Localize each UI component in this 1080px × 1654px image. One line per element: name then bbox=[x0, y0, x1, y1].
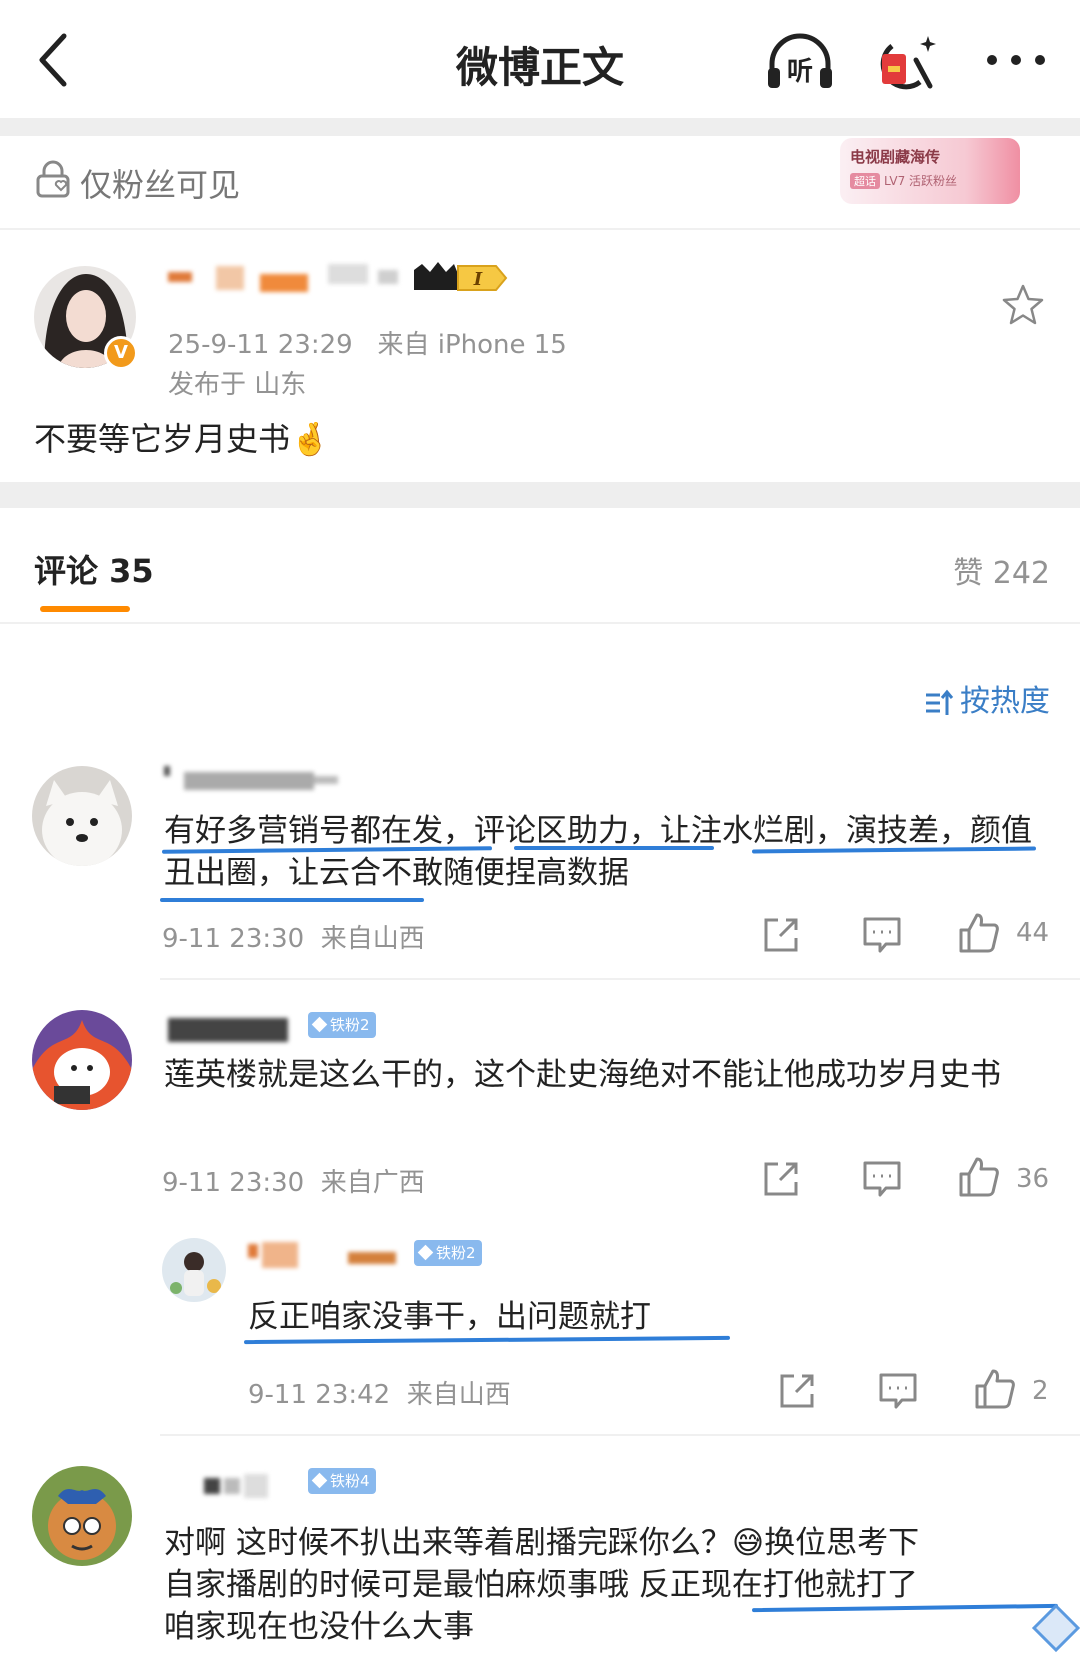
lock-heart-icon bbox=[36, 160, 70, 198]
comment-icon[interactable] bbox=[862, 916, 902, 954]
divider bbox=[0, 228, 1080, 230]
visibility-label: 仅粉丝可见 bbox=[80, 166, 241, 204]
post-source: 来自 iPhone 15 bbox=[377, 330, 567, 360]
comment-time: 9-11 23:30 bbox=[162, 1168, 305, 1198]
comment-text: 莲英楼就是这么干的，这个赴史海绝对不能让他成功岁月史书 bbox=[164, 1057, 1001, 1093]
post-card: V I 25-9-11 23:29 来自 iPhone 15 发布于 山东 不要… bbox=[0, 232, 1080, 482]
post-time: 25-9-11 23:29 bbox=[168, 330, 353, 360]
commenter-avatar[interactable] bbox=[32, 1010, 132, 1110]
author-name-blurred[interactable] bbox=[168, 260, 418, 300]
commenter-avatar[interactable] bbox=[32, 766, 132, 866]
reply-meta: 9-11 23:42 来自山西 bbox=[248, 1374, 511, 1411]
commenter-name-blurred[interactable] bbox=[168, 1014, 308, 1046]
like-icon[interactable] bbox=[958, 912, 1000, 954]
divider bbox=[0, 622, 1080, 624]
post-meta: 25-9-11 23:29 来自 iPhone 15 bbox=[168, 324, 567, 361]
active-tab-indicator bbox=[40, 606, 130, 612]
comment-location: 来自广西 bbox=[320, 1168, 425, 1198]
listen-label: 听 bbox=[787, 57, 813, 87]
fan-badge-level: 超话 LV7 活跃粉丝 bbox=[850, 172, 957, 189]
fan-level-badge: 铁粉4 bbox=[308, 1468, 376, 1494]
comment-location: 来自山西 bbox=[320, 924, 425, 954]
commenter-name-blurred[interactable] bbox=[164, 760, 344, 794]
comment-icon[interactable] bbox=[862, 1160, 902, 1198]
section-separator bbox=[0, 118, 1080, 136]
section-separator bbox=[0, 482, 1080, 508]
verified-badge-icon: V bbox=[104, 336, 138, 370]
like-count: 44 bbox=[1016, 918, 1050, 948]
like-count: 2 bbox=[1032, 1376, 1049, 1406]
comment-tabs: 评论 35 赞 242 bbox=[0, 508, 1080, 624]
commenter-avatar[interactable] bbox=[32, 1466, 132, 1566]
vip-level-badge: I bbox=[414, 262, 508, 291]
listen-icon[interactable]: 听 bbox=[764, 30, 836, 94]
tab-comments[interactable]: 评论 35 bbox=[34, 546, 154, 592]
svg-text:I: I bbox=[473, 269, 483, 290]
sweat-smile-emoji-icon: 😅 bbox=[731, 1525, 765, 1561]
comment-text: 对啊 这时候不扒出来等着剧播完踩你么？😅换位思考下 自家播剧的时候可是最怕麻烦事… bbox=[164, 1525, 920, 1645]
divider bbox=[160, 1434, 1080, 1436]
commenter-name-blurred[interactable] bbox=[168, 1470, 288, 1502]
share-icon[interactable] bbox=[762, 916, 800, 954]
sort-by-hot-button[interactable]: 按热度 bbox=[924, 676, 1050, 720]
top-nav-bar: 微博正文 听 bbox=[0, 0, 1080, 118]
tab-likes[interactable]: 赞 242 bbox=[953, 548, 1050, 592]
fan-level-badge: 铁粉2 bbox=[414, 1240, 482, 1266]
share-icon[interactable] bbox=[762, 1160, 800, 1198]
highlight-underline bbox=[160, 898, 424, 902]
reply-time: 9-11 23:42 bbox=[248, 1380, 391, 1410]
reply-location: 来自山西 bbox=[406, 1380, 511, 1410]
hand-emoji-icon: 🤞 bbox=[290, 420, 330, 458]
post-content: 不要等它岁月史书🤞 bbox=[34, 420, 330, 458]
replier-avatar[interactable] bbox=[162, 1238, 226, 1302]
fan-group-badge[interactable]: 电视剧藏海传 超话 LV7 活跃粉丝 bbox=[840, 138, 1020, 204]
red-envelope-icon[interactable] bbox=[872, 30, 944, 94]
sort-icon bbox=[926, 689, 954, 715]
comment-meta: 9-11 23:30 来自广西 bbox=[162, 1162, 425, 1199]
comment-time: 9-11 23:30 bbox=[162, 924, 305, 954]
reply-text: 反正咱家没事干，出问题就打 bbox=[248, 1299, 651, 1335]
floating-action-icon[interactable] bbox=[1030, 1600, 1080, 1654]
like-icon[interactable] bbox=[974, 1368, 1016, 1410]
like-icon[interactable] bbox=[958, 1156, 1000, 1198]
fan-badge-title: 电视剧藏海传 bbox=[850, 148, 941, 166]
replier-name-blurred[interactable] bbox=[248, 1238, 408, 1274]
comment-meta: 9-11 23:30 来自山西 bbox=[162, 918, 425, 955]
post-location: 发布于 山东 bbox=[168, 370, 307, 400]
divider bbox=[160, 978, 1080, 980]
like-count: 36 bbox=[1016, 1164, 1050, 1194]
more-icon[interactable] bbox=[980, 30, 1052, 94]
comment-icon[interactable] bbox=[878, 1372, 918, 1410]
favorite-star-icon[interactable] bbox=[1000, 282, 1046, 328]
fan-level-badge: 铁粉2 bbox=[308, 1012, 376, 1038]
highlight-underline bbox=[514, 846, 714, 850]
share-icon[interactable] bbox=[778, 1372, 816, 1410]
